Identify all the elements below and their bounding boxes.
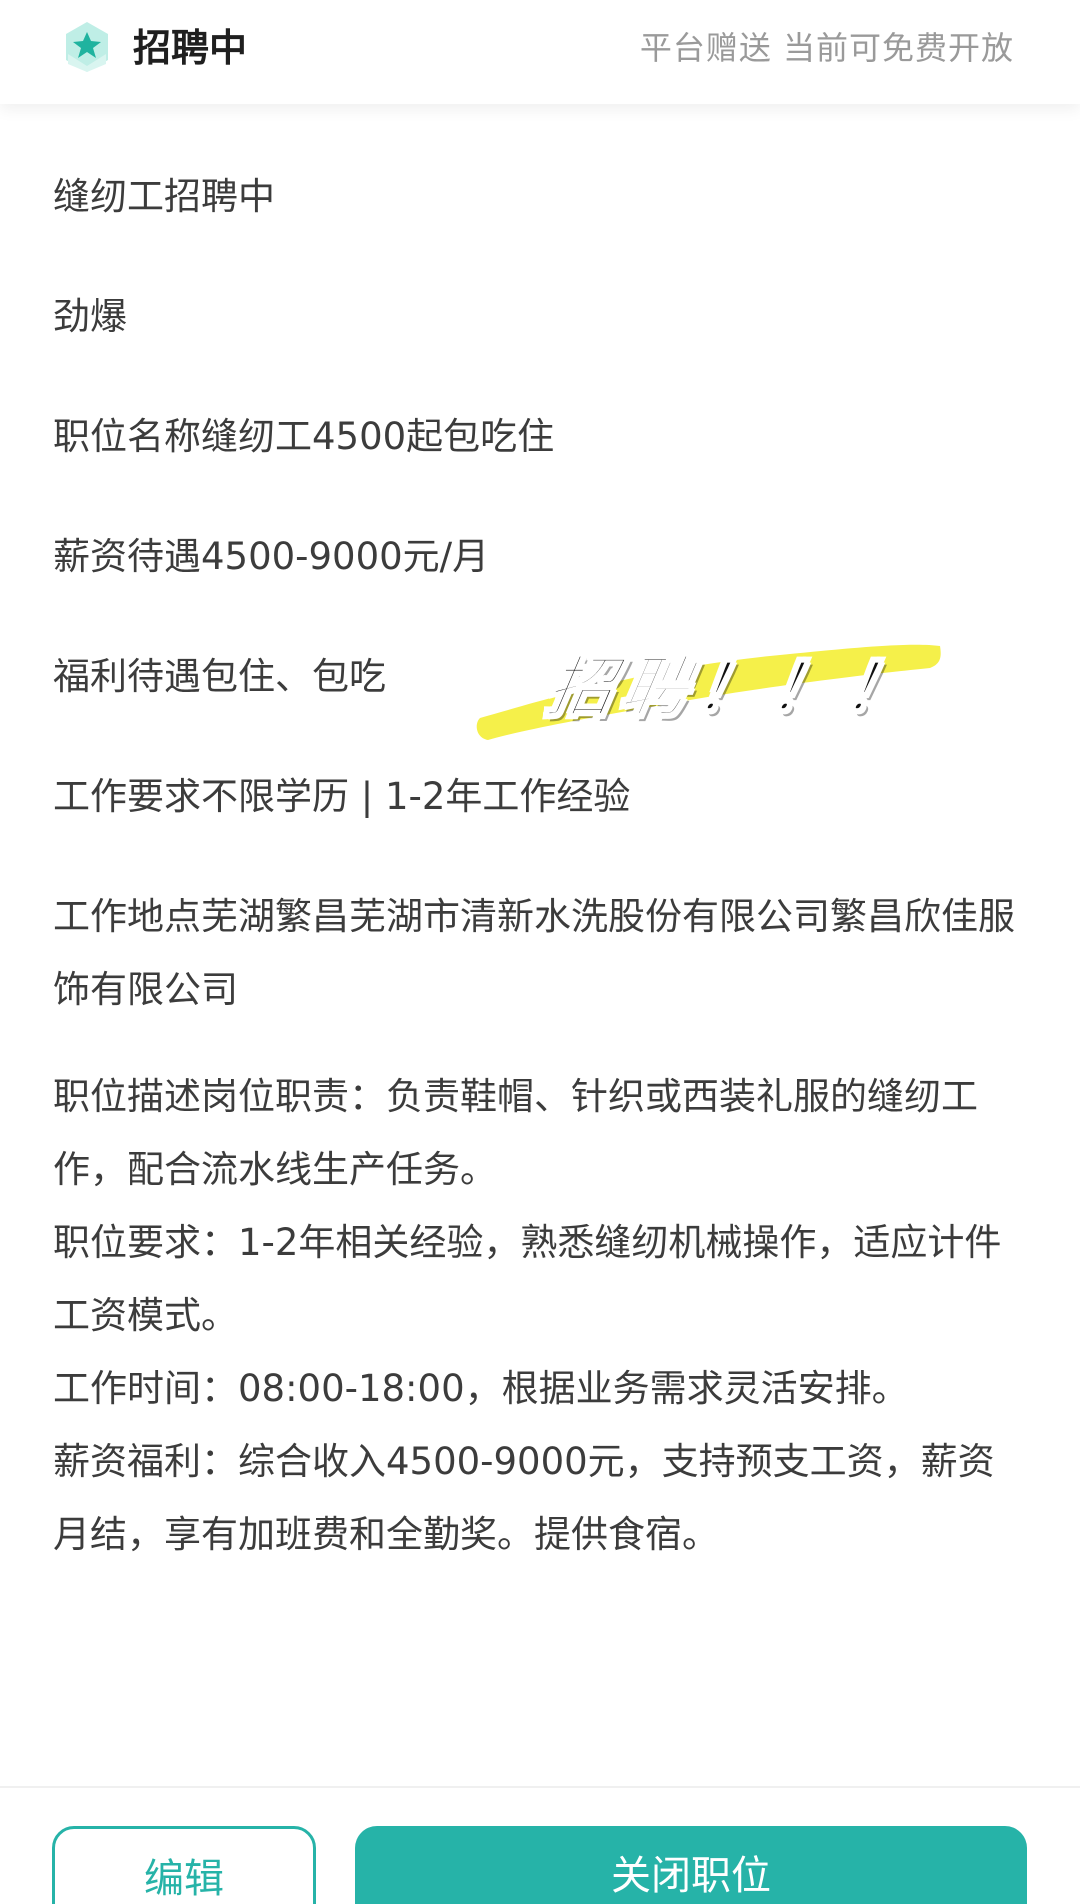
page-title: 招聘中 — [133, 26, 248, 70]
bottom-divider — [0, 1786, 1080, 1788]
close-position-button[interactable]: 关闭职位 — [355, 1826, 1027, 1904]
free-open-notice: 平台赠送 当前可免费开放 — [639, 29, 1014, 67]
edit-button[interactable]: 编辑 — [52, 1826, 316, 1904]
job-requirements-summary: 工作要求不限学历 | 1-2年工作经验 — [53, 775, 631, 818]
job-description: 职位描述岗位职责：负责鞋帽、针织或西装礼服的缝纫工作，配合流水线生产任务。 — [53, 1075, 978, 1191]
job-headline: 缝纫工招聘中 — [53, 175, 275, 218]
job-work-time: 工作时间：08:00-18:00，根据业务需求灵活安排。 — [53, 1367, 909, 1410]
job-requirements: 职位要求：1-2年相关经验，熟悉缝纫机械操作，适应计件工资模式。 — [53, 1221, 1002, 1337]
star-envelope-icon — [62, 20, 112, 74]
job-detail-page: 招聘中 平台赠送 当前可免费开放 缝纫工招聘中 劲爆 职位名称缝纫工4500起包… — [0, 0, 1080, 1904]
top-bar: 招聘中 平台赠送 当前可免费开放 — [0, 0, 1080, 104]
job-location: 工作地点芜湖繁昌芜湖市清新水洗股份有限公司繁昌欣佳服饰有限公司 — [53, 895, 1015, 1011]
job-tagline: 劲爆 — [53, 295, 127, 338]
job-title: 职位名称缝纫工4500起包吃住 — [53, 415, 555, 458]
job-salary-benefits: 薪资福利：综合收入4500-9000元，支持预支工资，薪资月结，享有加班费和全勤… — [53, 1440, 995, 1556]
recruiting-sticker: 招聘！！！ — [540, 648, 926, 727]
job-salary: 薪资待遇4500-9000元/月 — [53, 535, 490, 578]
